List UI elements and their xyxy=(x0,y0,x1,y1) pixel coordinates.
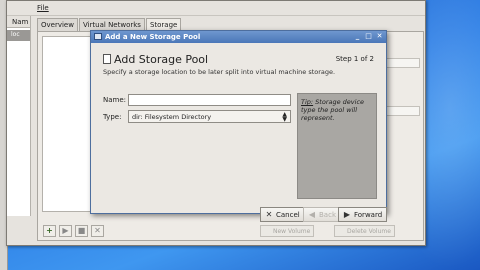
window-icon xyxy=(94,33,102,40)
back-arrow-icon: ◀ xyxy=(308,210,316,219)
dialog-titlebar[interactable]: Add a New Storage Pool _ □ ✕ xyxy=(91,31,386,43)
cancel-icon: ✕ xyxy=(265,210,273,219)
type-label: Type: xyxy=(103,113,122,121)
dialog-window-title: Add a New Storage Pool xyxy=(105,33,201,41)
dialog-subtitle: Specify a storage location to be later s… xyxy=(103,68,336,76)
dialog-body: Add Storage Pool Step 1 of 2 Specify a s… xyxy=(91,43,388,222)
add-storage-pool-dialog: Add a New Storage Pool _ □ ✕ Add Storage… xyxy=(90,30,388,222)
tip-panel: Tip: Storage device type the pool will r… xyxy=(297,93,377,199)
forward-arrow-icon: ▶ xyxy=(343,210,351,219)
start-pool-button[interactable]: ▶ xyxy=(59,225,72,237)
connection-list-header: Nam xyxy=(7,16,30,28)
delete-volume-button[interactable]: Delete Volume xyxy=(334,225,395,237)
type-selected-value: dir: Filesystem Directory xyxy=(132,113,212,121)
delete-pool-button[interactable]: ✕ xyxy=(91,225,104,237)
select-arrows-icon: ▲ ▼ xyxy=(282,111,287,123)
minimize-icon[interactable]: _ xyxy=(353,32,362,41)
type-select[interactable]: dir: Filesystem Directory ▲ ▼ xyxy=(128,110,291,123)
close-icon[interactable]: ✕ xyxy=(375,32,384,41)
tab-overview[interactable]: Overview xyxy=(37,18,78,31)
forward-label: Forward xyxy=(354,211,383,219)
maximize-icon[interactable]: □ xyxy=(364,32,373,41)
document-icon xyxy=(103,54,111,64)
menu-bar: File xyxy=(7,1,425,16)
cancel-button[interactable]: ✕ Cancel xyxy=(260,207,305,222)
dialog-heading: Add Storage Pool xyxy=(114,53,209,66)
back-label: Back xyxy=(319,211,336,219)
menu-file[interactable]: File xyxy=(37,4,49,12)
stop-pool-button[interactable]: ■ xyxy=(75,225,88,237)
forward-button[interactable]: ▶ Forward xyxy=(338,207,388,222)
connection-row[interactable]: loc xyxy=(7,30,30,41)
name-input[interactable] xyxy=(128,94,291,106)
cancel-label: Cancel xyxy=(276,211,300,219)
dialog-heading-row: Add Storage Pool xyxy=(103,53,208,66)
add-pool-button[interactable]: + xyxy=(43,225,56,237)
new-volume-button[interactable]: New Volume xyxy=(260,225,315,237)
step-indicator: Step 1 of 2 xyxy=(335,55,374,63)
connection-list[interactable]: Nam loc xyxy=(7,16,31,216)
tip-prefix: Tip: xyxy=(301,98,314,106)
back-button[interactable]: ◀ Back xyxy=(303,207,341,222)
name-label: Name: xyxy=(103,96,127,104)
